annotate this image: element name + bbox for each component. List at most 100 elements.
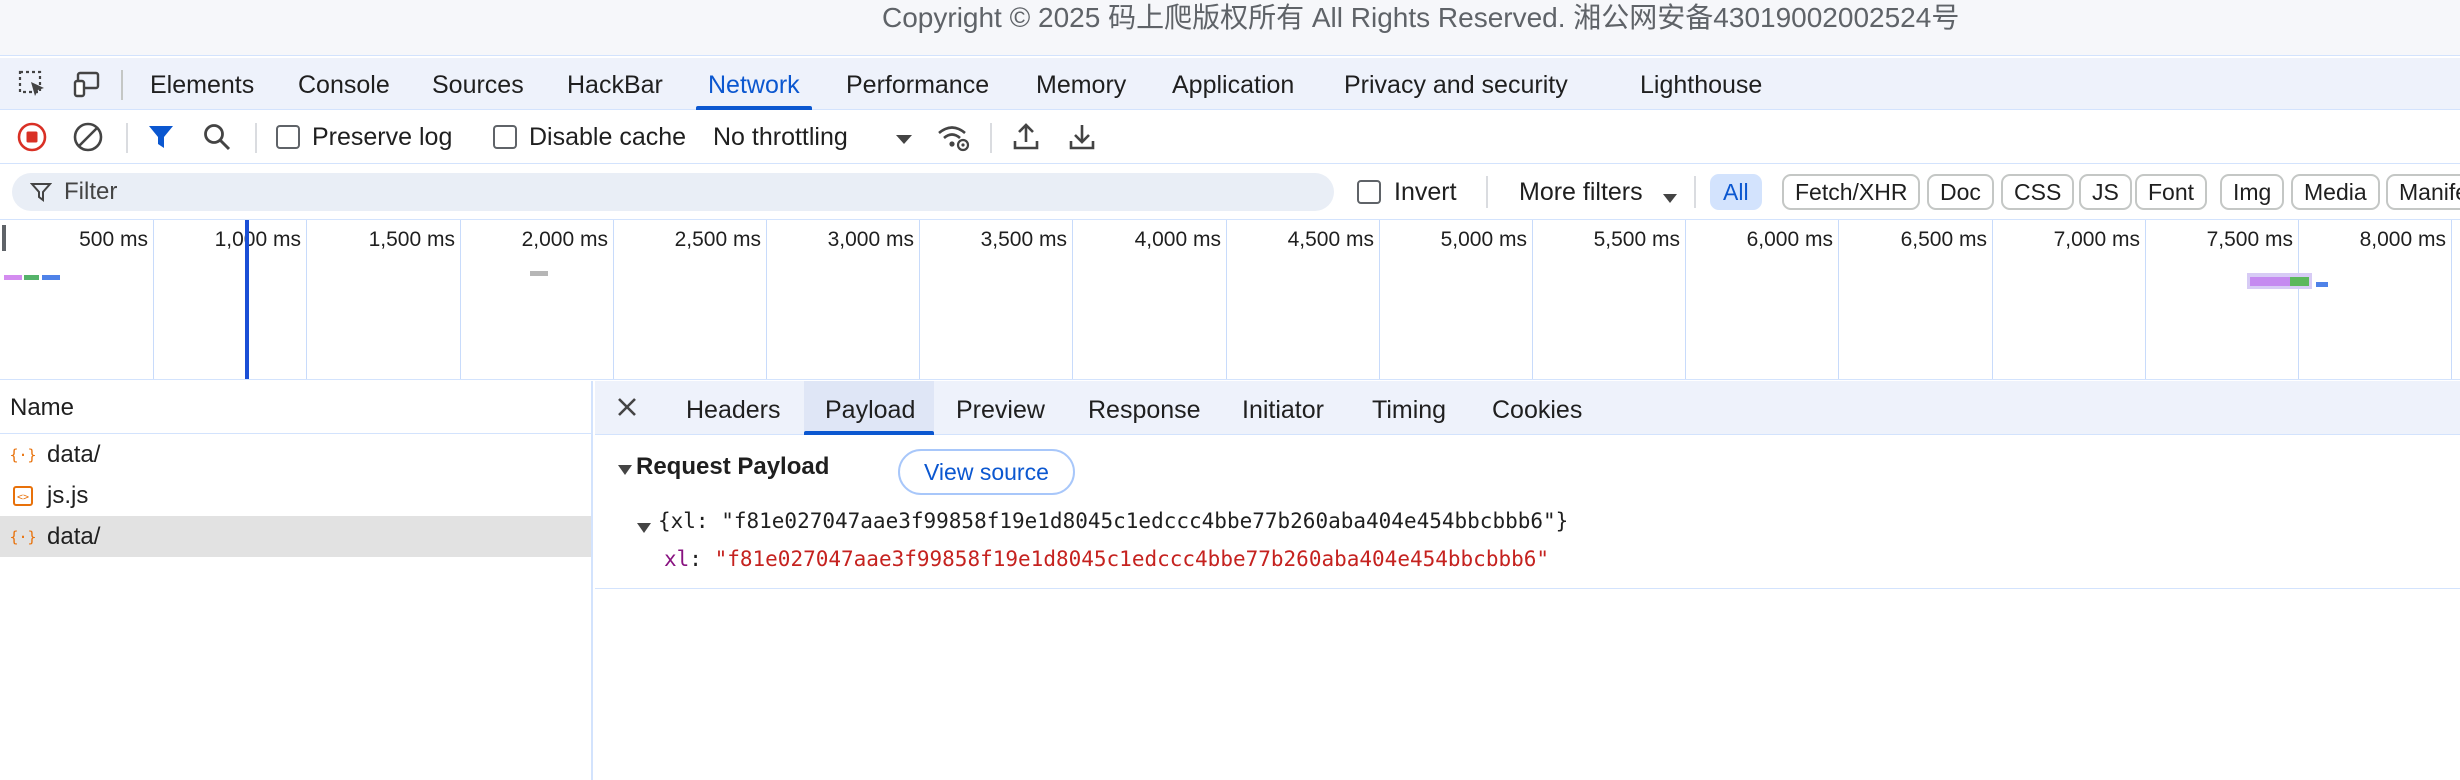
request-name: data/: [47, 523, 101, 550]
payload-property[interactable]: xl: "f81e027047aae3f99858f19e1d8045c1edc…: [664, 547, 1549, 571]
filter-funnel-icon[interactable]: [143, 119, 179, 155]
overview-start-marker: [2, 225, 6, 251]
overview-tick-label: 5,000 ms: [1440, 228, 1527, 251]
import-har-icon[interactable]: [1008, 119, 1044, 155]
overview-gridline: [1532, 220, 1533, 379]
filter-divider: [1486, 176, 1488, 208]
payload-divider: [595, 588, 2460, 589]
overview-gridline: [1226, 220, 1227, 379]
detail-tab-response[interactable]: Response: [1088, 381, 1201, 435]
request-detail-panel: Headers Payload Preview Response Initiat…: [595, 381, 2460, 780]
detail-tab-payload[interactable]: Payload: [825, 381, 915, 435]
tab-privacy-and-security[interactable]: Privacy and security: [1344, 58, 1568, 110]
fetch-request-icon: {·}: [11, 443, 35, 467]
request-row[interactable]: <> js.js: [0, 475, 591, 516]
overview-tick-label: 8,000 ms: [2359, 228, 2446, 251]
overview-tick-label: 5,500 ms: [1593, 228, 1680, 251]
payload-colon: :: [689, 547, 715, 571]
payload-object-summary[interactable]: {xl: "f81e027047aae3f99858f19e1d8045c1ed…: [658, 509, 1568, 533]
filter-input[interactable]: Filter: [12, 173, 1334, 211]
request-payload-title: Request Payload: [636, 453, 830, 480]
tab-sources[interactable]: Sources: [432, 58, 524, 110]
toolbar-divider: [255, 123, 257, 153]
filter-chip-media[interactable]: Media: [2291, 174, 2380, 210]
payload-key: xl: [664, 547, 690, 571]
tab-memory[interactable]: Memory: [1036, 58, 1126, 110]
overview-tick-label: 3,000 ms: [827, 228, 914, 251]
filter-funnel-outline-icon: [29, 181, 53, 208]
collapse-triangle-icon[interactable]: [617, 463, 633, 481]
request-name: data/: [47, 441, 101, 468]
record-icon[interactable]: [14, 119, 50, 155]
clear-icon[interactable]: [70, 119, 106, 155]
detail-tab-initiator[interactable]: Initiator: [1242, 381, 1324, 435]
overview-gridline: [2451, 220, 2452, 379]
detail-tab-cookies[interactable]: Cookies: [1492, 381, 1582, 435]
expand-triangle-icon[interactable]: [636, 521, 652, 539]
detail-tab-preview[interactable]: Preview: [956, 381, 1045, 435]
filter-chip-img[interactable]: Img: [2220, 174, 2285, 210]
detail-tabbar: Headers Payload Preview Response Initiat…: [595, 381, 2460, 435]
chevron-down-icon[interactable]: [1662, 191, 1678, 209]
tab-hackbar[interactable]: HackBar: [567, 58, 663, 110]
overview-tick-label: 2,000 ms: [521, 228, 608, 251]
overview-tick-label: 7,500 ms: [2206, 228, 2293, 251]
network-toolbar: Preserve log Disable cache No throttling: [0, 111, 2460, 164]
overview-gridline: [1685, 220, 1686, 379]
preserve-log-label: Preserve log: [312, 123, 453, 151]
overview-tick-label: 4,000 ms: [1134, 228, 1221, 251]
filter-chip-css[interactable]: CSS: [2001, 174, 2075, 210]
overview-gridline: [460, 220, 461, 379]
overview-gridline: [2145, 220, 2146, 379]
tabbar-divider: [121, 70, 123, 100]
overview-tick-label: 7,000 ms: [2053, 228, 2140, 251]
view-source-button[interactable]: View source: [898, 449, 1075, 495]
overview-gridline: [766, 220, 767, 379]
disable-cache-checkbox[interactable]: [493, 125, 517, 149]
overview-tick-label: 2,500 ms: [674, 228, 761, 251]
tab-console[interactable]: Console: [298, 58, 390, 110]
request-row-selected[interactable]: {·} data/: [0, 516, 591, 557]
search-icon[interactable]: [199, 119, 235, 155]
request-row[interactable]: {·} data/: [0, 434, 591, 475]
tab-network[interactable]: Network: [696, 58, 812, 110]
network-conditions-icon[interactable]: [935, 119, 971, 155]
overview-gridline: [2298, 220, 2299, 379]
name-column-header[interactable]: Name: [0, 381, 591, 434]
script-file-icon: <>: [11, 484, 35, 508]
detail-tab-timing[interactable]: Timing: [1372, 381, 1446, 435]
tab-elements[interactable]: Elements: [150, 58, 254, 110]
dom-content-loaded-line: [245, 220, 249, 379]
invert-label: Invert: [1394, 178, 1457, 206]
filter-chip-js[interactable]: JS: [2079, 174, 2132, 210]
export-har-icon[interactable]: [1064, 119, 1100, 155]
throttling-select[interactable]: No throttling: [713, 111, 848, 164]
detail-tab-headers[interactable]: Headers: [686, 381, 781, 435]
timeline-overview[interactable]: 500 ms 1,000 ms 1,500 ms 2,000 ms 2,500 ms 3,…: [0, 220, 2460, 380]
overview-tick-label: 3,500 ms: [980, 228, 1067, 251]
filter-chip-doc[interactable]: Doc: [1927, 174, 1994, 210]
copyright-text: Copyright © 2025 码上爬版权所有 All Rights Rese…: [882, 2, 1960, 33]
filter-chip-all[interactable]: All: [1710, 174, 1762, 210]
inspect-element-icon[interactable]: [14, 66, 50, 102]
overview-gridline: [1992, 220, 1993, 379]
tab-lighthouse[interactable]: Lighthouse: [1640, 58, 1762, 110]
overview-gridline: [613, 220, 614, 379]
overview-gridline: [1379, 220, 1380, 379]
filter-chip-manifest[interactable]: Manifest: [2386, 174, 2460, 210]
chevron-down-icon[interactable]: [895, 133, 913, 151]
filter-chip-font[interactable]: Font: [2135, 174, 2208, 210]
device-toolbar-icon[interactable]: [70, 66, 106, 102]
requests-panel: Name {·} data/ <> js.js {·} data/: [0, 381, 593, 780]
overview-gridline: [1838, 220, 1839, 379]
close-icon[interactable]: [615, 395, 639, 424]
tab-performance[interactable]: Performance: [846, 58, 989, 110]
request-name: js.js: [47, 482, 89, 509]
overview-tick-label: 1,000 ms: [214, 228, 301, 251]
preserve-log-checkbox[interactable]: [276, 125, 300, 149]
tab-application[interactable]: Application: [1172, 58, 1294, 110]
more-filters-button[interactable]: More filters: [1519, 166, 1643, 219]
filter-chip-fetch-xhr[interactable]: Fetch/XHR: [1782, 174, 1921, 210]
waterfall-bar: [24, 275, 39, 280]
invert-checkbox[interactable]: [1357, 180, 1381, 204]
